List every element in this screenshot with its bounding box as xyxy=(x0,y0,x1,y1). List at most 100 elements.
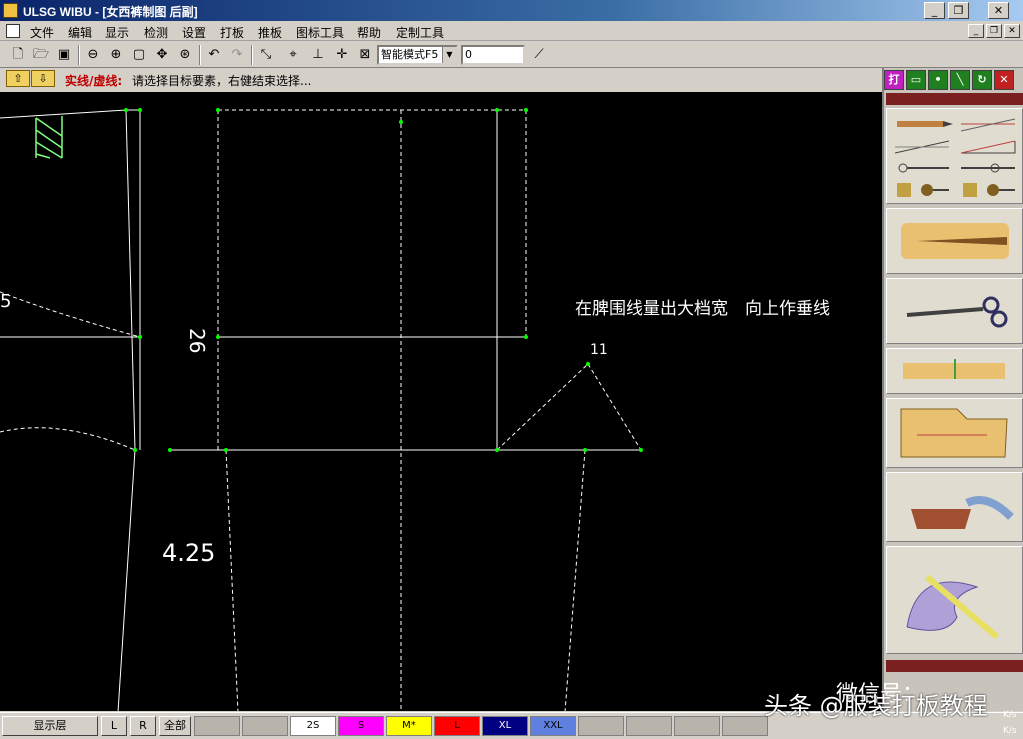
speed-readout-bottom: K/s xyxy=(1003,726,1017,736)
toolbar-separator xyxy=(78,45,80,65)
close-panel-tab[interactable]: ✕ xyxy=(994,70,1014,90)
compass-tool-icon[interactable] xyxy=(889,157,955,179)
mode-select-value: 智能模式F5 xyxy=(381,48,439,61)
crotch-dimension-label: 11 xyxy=(590,342,608,358)
partial-dimension-label: 5 xyxy=(0,291,11,312)
delete-select-icon[interactable]: ⤡ xyxy=(256,45,276,65)
title-bar: ULSG WIBU - [女西裤制图 后副] _ ❐ ✕ xyxy=(0,0,1023,21)
size-slot xyxy=(578,716,624,736)
toolbar-separator xyxy=(251,45,253,65)
toolbar-separator xyxy=(199,45,201,65)
rectangle-tab[interactable]: ▭ xyxy=(906,70,926,90)
mdi-minimize-button[interactable]: _ xyxy=(968,24,984,38)
cross-point-icon[interactable]: ✛ xyxy=(332,45,352,65)
source-watermark: 头条 @服装打板教程 xyxy=(764,692,988,720)
menu-custom-tools[interactable]: 定制工具 xyxy=(396,24,444,41)
intersect-point-icon[interactable]: ⊠ xyxy=(355,45,375,65)
menu-settings[interactable]: 设置 xyxy=(182,24,206,41)
dart-tool-card[interactable] xyxy=(886,208,1023,274)
offset-dimension-label: 4.25 xyxy=(162,539,215,567)
menu-edit[interactable]: 编辑 xyxy=(68,24,92,41)
layer-button[interactable]: 显示层 xyxy=(2,716,98,736)
new-file-icon[interactable]: 🗋 xyxy=(8,45,28,65)
prompt-bar: ⇧ ⇩ 实线/虚线: 请选择目标要素，右健结束选择... xyxy=(0,68,882,91)
line-tool-icon[interactable] xyxy=(889,135,955,157)
mode-select[interactable]: 智能模式F5 ▼ xyxy=(377,45,458,65)
undo-icon[interactable]: ↶ xyxy=(204,45,224,65)
angle-tool-icon[interactable]: ⟋ xyxy=(529,45,549,65)
tape-tool-icon[interactable] xyxy=(889,179,955,201)
arrow-tool-icon[interactable] xyxy=(955,113,1021,135)
size-2s[interactable]: 2S xyxy=(290,716,336,736)
pencil-tool-icon[interactable] xyxy=(889,113,955,135)
app-icon xyxy=(3,3,18,18)
panel-header xyxy=(886,93,1023,105)
angle-tool-icon[interactable] xyxy=(955,135,1021,157)
menu-icon-tools[interactable]: 图标工具 xyxy=(296,24,344,41)
size-slot xyxy=(242,716,288,736)
scissors-tool-card[interactable] xyxy=(886,278,1023,344)
zoom-in-icon[interactable]: ⊕ xyxy=(106,45,126,65)
notch-tool-card[interactable] xyxy=(886,348,1023,394)
point-tab[interactable]: • xyxy=(928,70,948,90)
window-title: ULSG WIBU - [女西裤制图 后副] xyxy=(23,5,198,19)
measure-tool-icon[interactable] xyxy=(955,179,1021,201)
pan-icon[interactable]: ✥ xyxy=(152,45,172,65)
point-select-icon[interactable]: ⌖ xyxy=(283,45,303,65)
value-input[interactable]: 0 xyxy=(461,45,525,65)
wash-tool-card[interactable] xyxy=(886,472,1023,542)
arrow-up-icon[interactable]: ⇧ xyxy=(6,70,30,87)
redo-icon[interactable]: ↷ xyxy=(227,45,247,65)
mdi-restore-button[interactable]: ❐ xyxy=(986,24,1002,38)
size-slot xyxy=(722,716,768,736)
open-folder-icon[interactable]: 🗁 xyxy=(31,45,51,65)
size-s[interactable]: S xyxy=(338,716,384,736)
pattern-piece-tool-card[interactable] xyxy=(886,398,1023,468)
arrow-down-icon[interactable]: ⇩ xyxy=(31,70,55,87)
drawing-canvas[interactable]: 5 26 11 4.25 在脾围线量出大档宽 向上作垂线 xyxy=(0,92,882,711)
instruction-annotation: 在脾围线量出大档宽 向上作垂线 xyxy=(575,299,830,319)
tool-panel: 打 ▭ • ╲ ↻ ✕ xyxy=(882,68,1023,711)
prompt-text: 请选择目标要素，右健结束选择... xyxy=(132,74,312,88)
chevron-down-icon: ▼ xyxy=(442,47,456,63)
size-slot xyxy=(194,716,240,736)
perpendicular-point-icon[interactable]: ⊥ xyxy=(308,45,328,65)
right-button[interactable]: R xyxy=(130,716,156,736)
panel-footer xyxy=(886,660,1023,672)
document-icon xyxy=(6,24,20,38)
line-tab[interactable]: ╲ xyxy=(950,70,970,90)
divider-tool-icon[interactable] xyxy=(955,157,1021,179)
menu-check[interactable]: 检测 xyxy=(144,24,168,41)
restore-button[interactable]: ❐ xyxy=(948,2,969,19)
size-slot xyxy=(674,716,720,736)
prompt-label: 实线/虚线: xyxy=(65,74,123,88)
zoom-out-icon[interactable]: ⊖ xyxy=(83,45,103,65)
size-l[interactable]: L xyxy=(434,716,480,736)
zoom-fit-icon[interactable]: ⊛ xyxy=(175,45,195,65)
menu-help[interactable]: 帮助 xyxy=(357,24,381,41)
all-button[interactable]: 全部 xyxy=(159,716,191,736)
mdi-close-button[interactable]: ✕ xyxy=(1004,24,1020,38)
menu-grading[interactable]: 推板 xyxy=(258,24,282,41)
speed-readout-top: K/s xyxy=(1003,710,1017,720)
pattern-drawing: 5 26 11 4.25 在脾围线量出大档宽 向上作垂线 xyxy=(0,108,830,711)
menu-bar: 文件 编辑 显示 检测 设置 打板 推板 图标工具 帮助 定制工具 _ ❐ ✕ xyxy=(0,21,1023,41)
menu-file[interactable]: 文件 xyxy=(30,24,54,41)
rotate-tab[interactable]: ↻ xyxy=(972,70,992,90)
minimize-button[interactable]: _ xyxy=(924,2,945,19)
menu-pattern[interactable]: 打板 xyxy=(220,24,244,41)
pattern-tab[interactable]: 打 xyxy=(884,70,904,90)
height-dimension-label: 26 xyxy=(185,328,209,353)
size-m[interactable]: M* xyxy=(386,716,432,736)
save-icon[interactable]: ▣ xyxy=(54,45,74,65)
curve-ruler-tool-card[interactable] xyxy=(886,546,1023,654)
size-xl[interactable]: XL xyxy=(482,716,528,736)
left-button[interactable]: L xyxy=(101,716,127,736)
menu-view[interactable]: 显示 xyxy=(105,24,129,41)
zoom-window-icon[interactable]: ▢ xyxy=(129,45,149,65)
close-button[interactable]: ✕ xyxy=(988,2,1009,19)
app-window: ULSG WIBU - [女西裤制图 后副] _ ❐ ✕ 文件 编辑 显示 检测… xyxy=(0,0,1023,739)
toolbar: 🗋 🗁 ▣ ⊖ ⊕ ▢ ✥ ⊛ ↶ ↷ ⤡ ⌖ ⊥ ✛ ⊠ 智能模式F5 ▼ 0… xyxy=(0,42,1023,68)
size-xxl[interactable]: XXL xyxy=(530,716,576,736)
drafting-tools-card xyxy=(886,108,1023,204)
